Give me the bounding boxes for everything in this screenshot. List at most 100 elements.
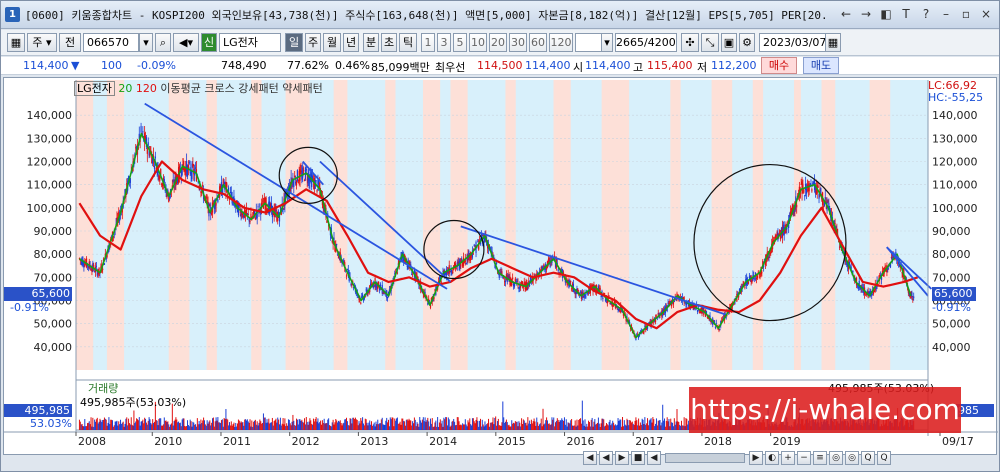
volume-bar <box>338 421 340 430</box>
candle-body <box>373 286 375 288</box>
volume-bar <box>93 426 95 430</box>
volume-bar <box>581 400 583 430</box>
stock-code-input[interactable]: 066570 <box>83 33 139 52</box>
search-icon[interactable]: ⌕ <box>155 33 171 52</box>
interval-1-button[interactable]: 1 <box>421 33 435 52</box>
step-forward-icon[interactable]: ▶ <box>749 451 763 465</box>
legend-stock[interactable]: LG전자 <box>74 81 115 96</box>
zoom-in-icon[interactable]: + <box>781 451 795 465</box>
volume-bar <box>253 421 255 430</box>
volume-bar <box>188 426 190 430</box>
legend-ma120[interactable]: 120 <box>136 82 157 95</box>
stop-icon[interactable]: ■ <box>631 451 645 465</box>
interval-10-button[interactable]: 10 <box>469 33 487 52</box>
period-month-button[interactable]: 월 <box>323 33 341 52</box>
volume-bar <box>656 425 658 430</box>
volume-bar <box>109 424 111 430</box>
period-year-button[interactable]: 년 <box>343 33 359 52</box>
volume-bar <box>549 424 551 430</box>
maximize-icon[interactable]: ▫ <box>959 6 973 22</box>
target2-icon[interactable]: ◎ <box>845 451 859 465</box>
volume-bar <box>424 417 426 430</box>
step-back-icon[interactable]: ◀ <box>647 451 661 465</box>
interval-3-button[interactable]: 3 <box>437 33 451 52</box>
scroll-right-icon[interactable]: ▶ <box>615 451 629 465</box>
volume-bar <box>181 419 183 430</box>
candle-body <box>154 156 156 159</box>
minimize-icon[interactable]: – <box>939 6 953 22</box>
period-tick-button[interactable]: 틱 <box>399 33 417 52</box>
current-price: 114,400 <box>23 59 69 72</box>
contrast-icon[interactable]: ◐ <box>765 451 779 465</box>
interval-20-button[interactable]: 20 <box>489 33 507 52</box>
interval-5-button[interactable]: 5 <box>453 33 467 52</box>
prev-button[interactable]: 전 <box>59 33 81 52</box>
bear-zone <box>794 80 801 370</box>
close-icon[interactable]: × <box>979 6 993 22</box>
volume-bar <box>240 421 242 430</box>
period-day-button[interactable]: 일 <box>285 33 303 52</box>
sell-button[interactable]: 매도 <box>803 57 839 74</box>
volume-ratio: 77.62% <box>287 59 329 72</box>
interval-120-button[interactable]: 120 <box>549 33 573 52</box>
bar-count-display[interactable]: 2665/4200 <box>615 33 677 52</box>
back-icon[interactable]: ← <box>839 6 853 22</box>
code-dropdown-icon[interactable]: ▾ <box>139 33 153 52</box>
calendar-icon[interactable]: ▦ <box>825 33 841 52</box>
volume-bar <box>586 423 588 430</box>
draw-tool-icon[interactable]: ⤡ <box>701 33 719 52</box>
forward-icon[interactable]: → <box>859 6 873 22</box>
y-tick-label-right: 80,000 <box>932 248 971 261</box>
volume-bar <box>505 419 507 430</box>
date-input[interactable]: 2023/03/07 <box>759 33 827 52</box>
volume-bar <box>350 418 352 430</box>
volume-bar <box>512 423 514 430</box>
volume-bar <box>646 423 648 430</box>
period-week-button[interactable]: 주 <box>305 33 321 52</box>
scroll-left-icon[interactable]: ◀ <box>599 451 613 465</box>
candle-body <box>472 253 474 255</box>
x-tick-label: 2008 <box>78 435 106 448</box>
interval-30-button[interactable]: 30 <box>509 33 527 52</box>
sound-icon[interactable]: ◀▾ <box>173 33 199 52</box>
cursor-icon[interactable]: ✣ <box>681 33 699 52</box>
layout-icon[interactable]: ◧ <box>879 6 893 22</box>
text-icon[interactable]: T <box>899 6 913 22</box>
period-minute-button[interactable]: 분 <box>363 33 379 52</box>
candle-body <box>305 168 307 171</box>
scroll-first-icon[interactable]: ◀ <box>583 451 597 465</box>
volume-bar <box>195 424 197 430</box>
zoom-out-icon[interactable]: − <box>797 451 811 465</box>
help-icon[interactable]: ? <box>919 6 933 22</box>
volume-bar <box>449 426 451 430</box>
volume-bar <box>538 425 540 430</box>
volume-bar <box>613 422 615 430</box>
scrollbar-track[interactable] <box>665 453 745 463</box>
volume-bar <box>120 423 122 430</box>
legend-ma20[interactable]: 20 <box>118 82 132 95</box>
bear-zone <box>670 80 681 370</box>
stock-name-field[interactable]: LG전자 <box>219 33 281 52</box>
x-tick-label: 2012 <box>292 435 320 448</box>
volume-bar <box>394 418 396 430</box>
buy-button[interactable]: 매수 <box>761 57 797 74</box>
magnify2-icon[interactable]: Q <box>877 451 891 465</box>
period-select[interactable]: 주 ▾ <box>27 33 57 52</box>
interval-60-button[interactable]: 60 <box>529 33 547 52</box>
interval-dropdown-icon[interactable]: ▾ <box>601 33 613 52</box>
y-tick-label-right: 90,000 <box>932 225 971 238</box>
target-icon[interactable]: ◎ <box>829 451 843 465</box>
volume-bar <box>238 420 240 430</box>
save-icon[interactable]: ▣ <box>721 33 737 52</box>
grid-icon[interactable]: ▦ <box>7 33 25 52</box>
volume-tag-right: 985 <box>956 404 994 417</box>
volume-bar <box>585 426 587 430</box>
magnify-icon[interactable]: Q <box>861 451 875 465</box>
period-second-button[interactable]: 초 <box>381 33 397 52</box>
volume-bar <box>365 419 367 430</box>
menu-icon[interactable]: ≡ <box>813 451 827 465</box>
volume-bar <box>503 417 505 430</box>
window-title: [0600] 키움종합차트 - KOSPI200 외국인보유[43,738(천)… <box>25 9 828 22</box>
settings-icon[interactable]: ⚙ <box>739 33 755 52</box>
new-badge[interactable]: 신 <box>201 33 217 52</box>
